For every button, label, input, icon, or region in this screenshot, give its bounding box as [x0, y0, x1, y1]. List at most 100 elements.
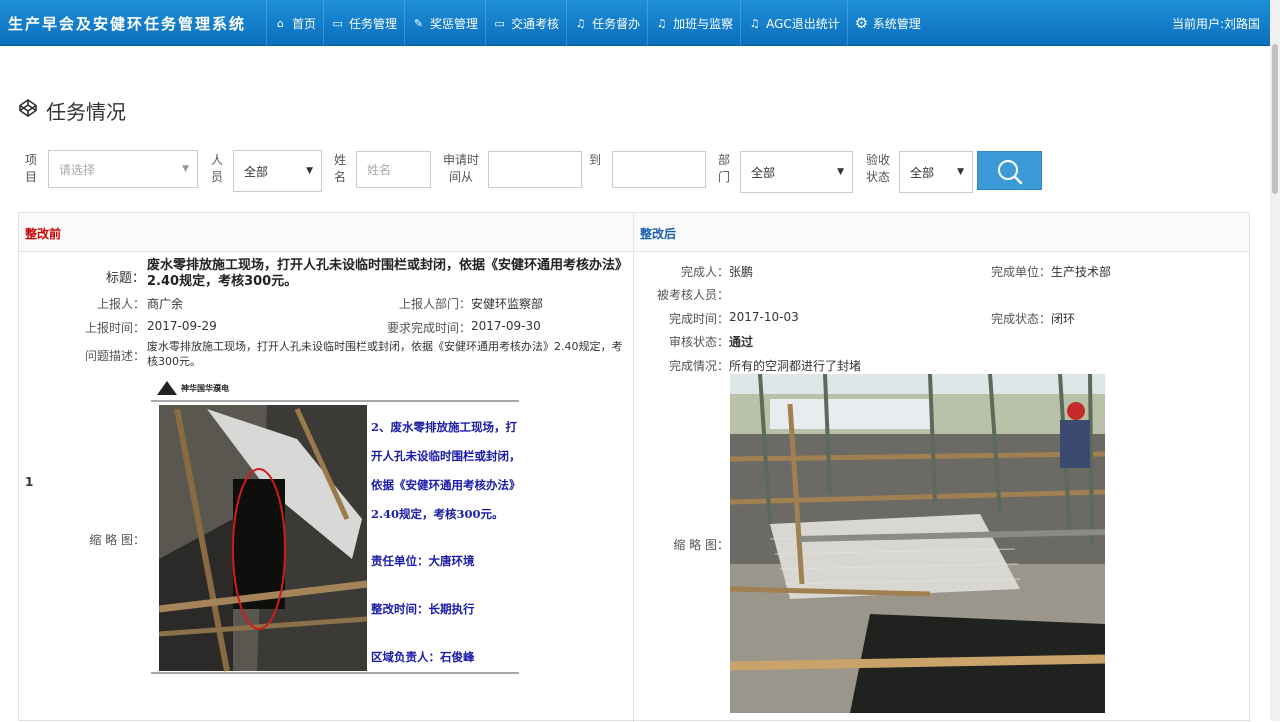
desc-label: 问题描述：	[84, 349, 145, 363]
app-brand: 生产早会及安健环任务管理系统	[8, 15, 247, 33]
poster-line: 2、废水零排放施工现场，打	[371, 420, 518, 434]
filter-bar: 项目 请选择 ▼ 人员 全部 ▼ 姓名 姓名 申请时间从 到 部门 全部 ▼ 验收状态…	[24, 150, 1064, 194]
caret-down-icon: ▼	[837, 167, 844, 177]
nav-label: 任务管理	[349, 16, 398, 31]
page-title-text: 任务情况	[46, 100, 126, 124]
nav-agc-exit-stats[interactable]: ♫ AGC退出统计	[740, 0, 847, 46]
nav-label: 交通考核	[511, 16, 560, 31]
nav-label: 任务督办	[592, 16, 641, 31]
nav-task-management[interactable]: ▭ 任务管理	[323, 0, 404, 46]
home-icon: ⌂	[277, 16, 284, 30]
date-to-input[interactable]	[612, 151, 706, 188]
nav-label: 奖惩管理	[430, 16, 479, 31]
nav-system-management[interactable]: ⚙ 系统管理	[846, 0, 928, 46]
status-select[interactable]: 全部 ▼	[899, 151, 973, 193]
table-header: 整改前 整改后	[19, 213, 1249, 252]
nav-traffic-assessment[interactable]: ▭ 交通考核	[485, 0, 566, 46]
review-status: 通过	[729, 335, 754, 349]
poster-line: 2.40规定，考核300元。	[371, 507, 504, 521]
nav-reward-punishment[interactable]: ✎ 奖惩管理	[404, 0, 485, 46]
nav-label: AGC退出统计	[766, 16, 840, 31]
date-from-input[interactable]	[488, 151, 582, 188]
nav-overtime-inspection[interactable]: ♫ 加班与监察	[647, 0, 740, 46]
person-label: 人员	[210, 153, 223, 184]
due-time: 2017-09-30	[471, 319, 541, 333]
report-time: 2017-09-29	[147, 319, 217, 333]
before-thumbnail[interactable]: 神华国华濮电 2、废水零排放施工现场，打 开人孔未设临时围栏或封闭， 依据《安健…	[147, 369, 523, 707]
project-select[interactable]: 请选择 ▼	[48, 150, 198, 188]
after-thumb-label: 缩 略 图：	[673, 538, 729, 552]
finish-time: 2017-10-03	[729, 310, 799, 324]
dept-value: 全部	[751, 165, 776, 180]
person-select[interactable]: 全部 ▼	[233, 150, 322, 192]
finish-description: 所有的空洞都进行了封堵	[729, 359, 862, 373]
finisher-label: 完成人：	[680, 265, 729, 279]
reporter-dept: 安健环监察部	[471, 297, 544, 311]
card-icon: ▭	[332, 16, 343, 30]
microphone-icon: ♫	[575, 16, 586, 30]
finish-desc-label: 完成情况：	[668, 359, 729, 373]
review-status-label: 审核状态：	[668, 335, 729, 349]
project-placeholder: 请选择	[59, 162, 96, 177]
column-divider	[633, 213, 634, 722]
name-label: 姓名	[333, 153, 346, 184]
date-to-label: 到	[588, 153, 601, 167]
finish-unit: 生产技术部	[1051, 265, 1112, 279]
reporter-label: 上报人：	[96, 297, 145, 311]
search-button[interactable]	[977, 151, 1042, 190]
before-thumb-label: 缩 略 图：	[89, 533, 145, 547]
dept-label: 部门	[717, 153, 730, 184]
header-after: 整改后	[640, 227, 677, 241]
nav-home[interactable]: ⌂ 首页	[266, 0, 323, 46]
poster-unit: 责任单位：大唐环境	[371, 554, 475, 568]
finish-status-label: 完成状态：	[990, 312, 1051, 326]
report-time-label: 上报时间：	[84, 321, 145, 335]
dept-select[interactable]: 全部 ▼	[740, 151, 853, 193]
top-navbar: 生产早会及安健环任务管理系统 ⌂ 首页 ▭ 任务管理 ✎ 奖惩管理 ▭ 交通考核 ♫ 任务…	[0, 0, 1270, 46]
nav-label: 加班与监察	[673, 16, 734, 31]
nav-label: 首页	[292, 16, 317, 31]
gear-icon: ⚙	[854, 14, 869, 32]
status-value: 全部	[910, 165, 935, 180]
poster-period: 整改时间：长期执行	[371, 602, 475, 616]
poster-owner: 区域负责人：石俊峰	[371, 650, 475, 664]
scrollbar-thumb[interactable]	[1272, 44, 1278, 194]
finish-status: 闭环	[1051, 312, 1076, 326]
problem-description: 废水零排放施工现场，打开人孔未设临时围栏或封闭，依据《安健环通用考核办法》2.4…	[147, 340, 623, 368]
name-input[interactable]: 姓名	[356, 151, 431, 188]
current-user: 当前用户:刘路国	[1171, 17, 1260, 31]
microphone-icon: ♫	[749, 16, 760, 30]
finisher: 张鹏	[729, 265, 754, 279]
task-title: 废水零排放施工现场，打开人孔未设临时围栏或封闭，依据《安健环通用考核办法》2.4…	[147, 258, 629, 289]
codepen-icon	[18, 98, 38, 123]
search-icon	[998, 160, 1023, 185]
finish-time-label: 完成时间：	[668, 312, 729, 326]
poster-line: 依据《安健环通用考核办法》	[371, 478, 521, 492]
poster-text: 2、废水零排放施工现场，打 开人孔未设临时围栏或封闭， 依据《安健环通用考核办法…	[371, 413, 521, 672]
assessed-label: 被考核人员：	[656, 288, 729, 302]
after-thumbnail[interactable]	[730, 374, 1105, 713]
row-index: 1	[25, 475, 34, 489]
reporter-dept-label: 上报人部门：	[398, 297, 471, 311]
task-table: 整改前 整改后 1 标题： 废水零排放施工现场，打开人孔未设临时围栏或封闭，依据…	[18, 212, 1250, 722]
nav-label: 系统管理	[872, 16, 921, 31]
poster-logo-text: 神华国华濮电	[181, 384, 229, 393]
poster-line: 开人孔未设临时围栏或封闭，	[371, 449, 521, 463]
page-title: 任务情况	[18, 96, 126, 125]
finish-unit-label: 完成单位：	[990, 265, 1051, 279]
title-label: 标题：	[105, 271, 145, 286]
person-value: 全部	[244, 164, 269, 179]
caret-down-icon: ▼	[306, 166, 313, 176]
caret-down-icon: ▼	[182, 164, 189, 174]
caret-down-icon: ▼	[957, 167, 964, 177]
wrench-icon: ✎	[413, 16, 424, 30]
main-nav: ⌂ 首页 ▭ 任务管理 ✎ 奖惩管理 ▭ 交通考核 ♫ 任务督办 ♫ 加班与监察 ♫ AGC退…	[266, 0, 928, 46]
reporter: 商广余	[147, 297, 184, 311]
status-label: 验收状态	[865, 153, 890, 184]
date-from-label: 申请时间从	[442, 153, 479, 184]
header-before: 整改前	[25, 227, 62, 241]
page-scrollbar[interactable]	[1270, 0, 1280, 721]
nav-task-supervision[interactable]: ♫ 任务督办	[566, 0, 647, 46]
microphone-icon: ♫	[656, 16, 667, 30]
name-placeholder: 姓名	[367, 163, 392, 177]
